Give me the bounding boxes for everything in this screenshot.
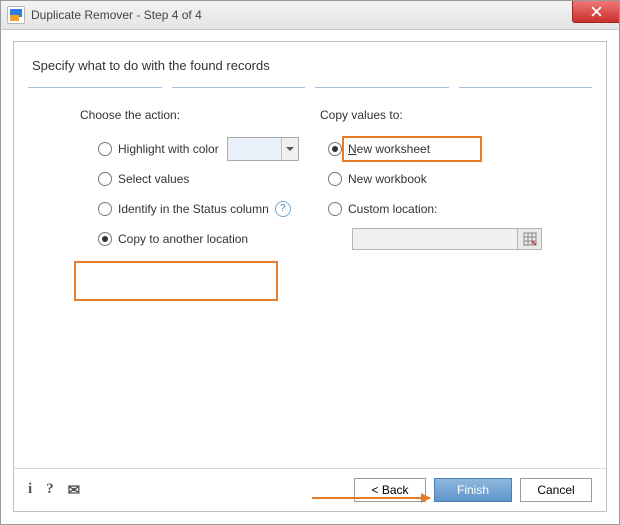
grid-icon: [523, 232, 537, 246]
radio-icon: [98, 232, 112, 246]
radio-copy-location[interactable]: Copy to another location: [40, 226, 310, 252]
range-picker-button[interactable]: [518, 228, 542, 250]
radio-select-values[interactable]: Select values: [40, 166, 310, 192]
destination-heading: Copy values to:: [320, 108, 580, 122]
finish-button[interactable]: Finish: [434, 478, 512, 502]
action-column: Choose the action: Highlight with color …: [40, 108, 310, 256]
highlight-copy-option: [74, 261, 278, 301]
chevron-down-icon: [281, 138, 298, 160]
annotation-arrow: [312, 497, 430, 499]
window-title: Duplicate Remover - Step 4 of 4: [31, 8, 202, 22]
mail-icon[interactable]: ✉: [68, 481, 81, 499]
radio-identify-status[interactable]: Identify in the Status column ?: [40, 196, 310, 222]
radio-label: New workbook: [348, 172, 427, 186]
window-close-button[interactable]: [572, 1, 619, 23]
destination-column: Copy values to: New worksheet New workbo…: [310, 108, 580, 256]
help-button-icon[interactable]: ?: [46, 481, 54, 499]
app-icon: [7, 6, 25, 24]
radio-new-worksheet[interactable]: New worksheet: [310, 136, 580, 162]
radio-new-workbook[interactable]: New workbook: [310, 166, 580, 192]
custom-location-input[interactable]: [352, 228, 518, 250]
radio-highlight[interactable]: Highlight with color: [40, 136, 310, 162]
radio-label: Highlight with color: [118, 142, 219, 156]
radio-icon: [98, 202, 112, 216]
action-heading: Choose the action:: [80, 108, 310, 122]
cancel-button[interactable]: Cancel: [520, 478, 592, 502]
main-panel: Specify what to do with the found record…: [13, 41, 607, 512]
radio-label: Select values: [118, 172, 189, 186]
radio-label: Copy to another location: [118, 232, 248, 246]
radio-icon: [98, 172, 112, 186]
footer-bar: i ? ✉ < Back Finish Cancel: [14, 468, 606, 511]
radio-label: New worksheet: [348, 142, 430, 156]
custom-location-row: [352, 228, 542, 250]
instruction-text: Specify what to do with the found record…: [14, 42, 606, 75]
highlight-color-dropdown[interactable]: [227, 137, 299, 161]
radio-icon: [328, 202, 342, 216]
radio-label: Identify in the Status column: [118, 202, 269, 216]
radio-icon: [98, 142, 112, 156]
radio-label: Custom location:: [348, 202, 437, 216]
help-icon[interactable]: ?: [275, 201, 291, 217]
radio-icon: [328, 142, 342, 156]
info-icon[interactable]: i: [28, 481, 32, 499]
radio-icon: [328, 172, 342, 186]
titlebar: Duplicate Remover - Step 4 of 4: [1, 1, 619, 30]
close-icon: [591, 6, 602, 17]
radio-custom-location[interactable]: Custom location:: [310, 196, 580, 222]
